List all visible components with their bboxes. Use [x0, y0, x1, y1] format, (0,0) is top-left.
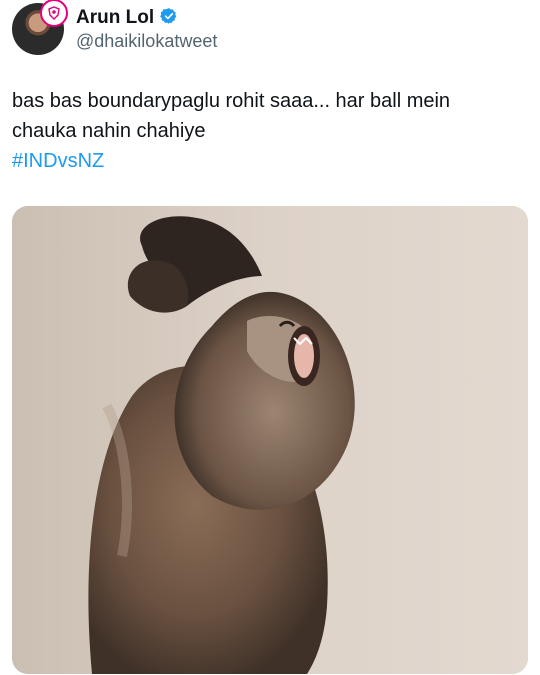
display-name[interactable]: Arun Lol [76, 7, 154, 29]
tweet-text: bas bas boundarypaglu rohit saaa... har … [12, 86, 522, 176]
user-handle[interactable]: @dhaikilokatweet [76, 30, 217, 52]
tweet-text-line2: chauka nahin chahiye [12, 120, 206, 142]
team-crest-icon [40, 0, 68, 27]
verified-badge-icon [160, 7, 178, 30]
avatar-container[interactable] [12, 0, 68, 55]
user-names: Arun Lol @dhaikilokatweet [76, 7, 217, 52]
tweet-media-image[interactable] [12, 206, 528, 674]
hashtag-link[interactable]: #INDvsNZ [12, 146, 522, 176]
monkey-screaming-image [12, 206, 528, 674]
tweet-header: Arun Lol @dhaikilokatweet [12, 0, 217, 58]
tweet-text-line1: bas bas boundarypaglu rohit saaa... har … [12, 90, 451, 112]
